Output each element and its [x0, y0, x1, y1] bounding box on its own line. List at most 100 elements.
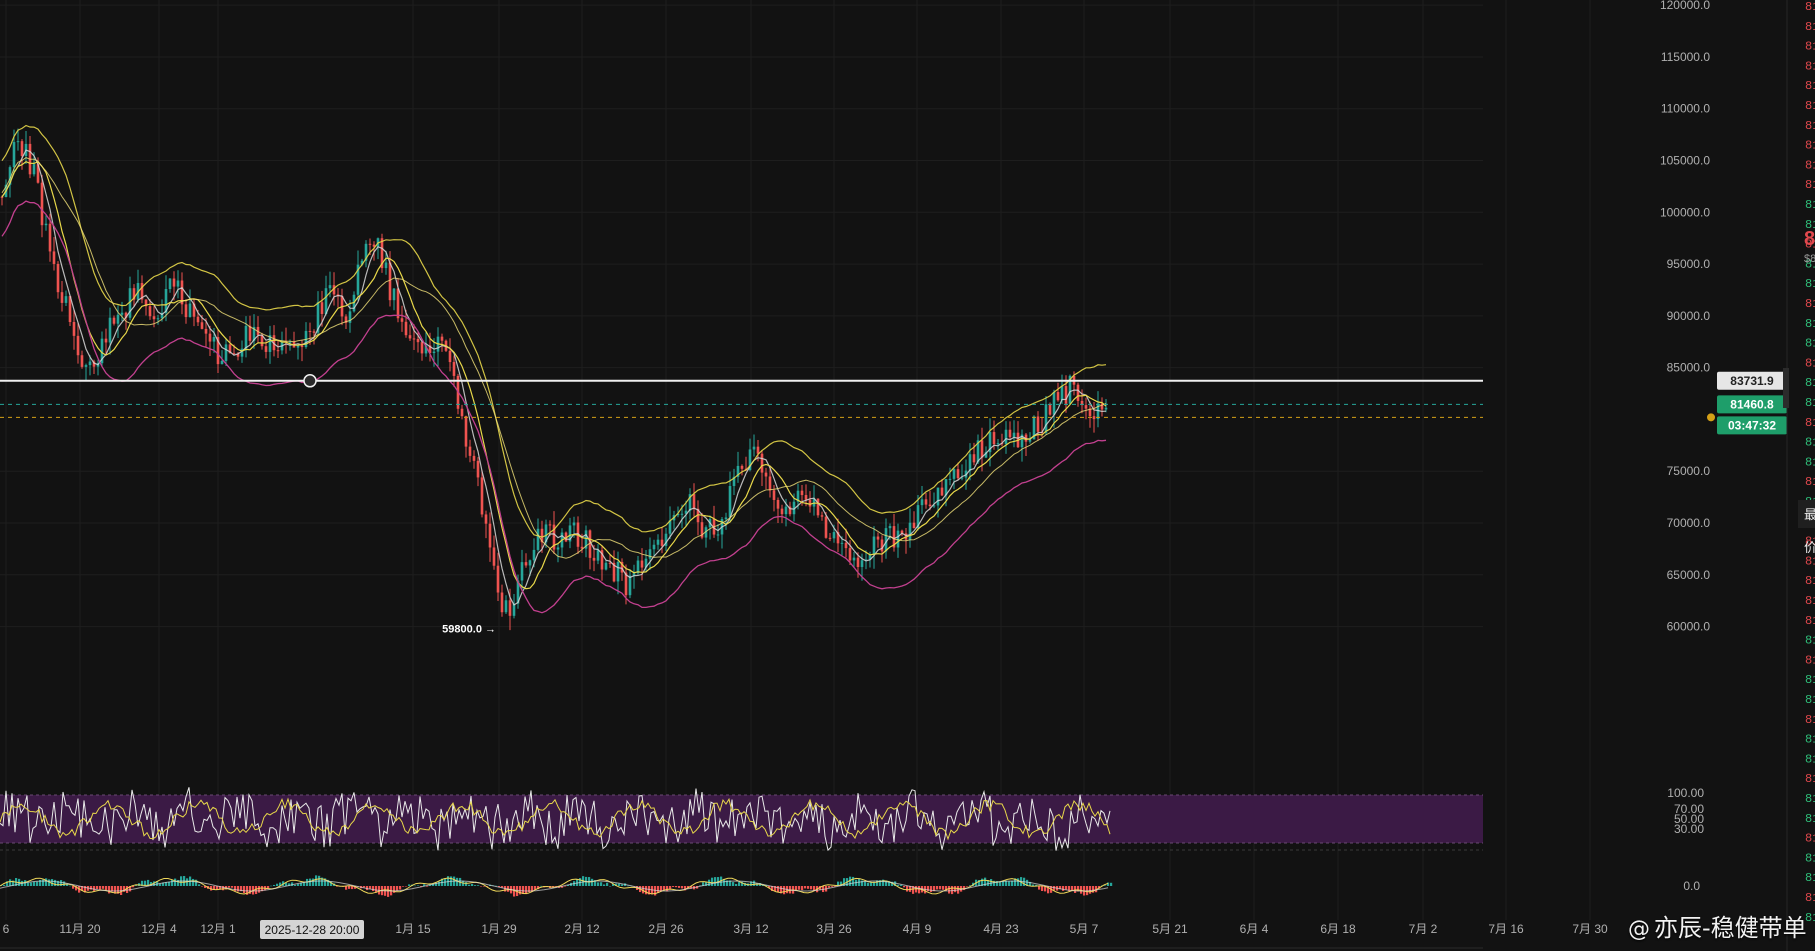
candle-body [592, 557, 596, 561]
last-price-tag: 81460.8 [1717, 395, 1787, 414]
macd-bar [54, 879, 57, 886]
macd-bar [270, 885, 273, 887]
candle-body [64, 296, 68, 303]
candle-body [1084, 405, 1088, 409]
candle-body [1004, 429, 1008, 445]
x-tick-label-10: 4月 9 [903, 922, 932, 936]
candle-body [500, 592, 504, 613]
macd-bar [456, 877, 459, 886]
candle-body [820, 515, 824, 517]
macd-bar [396, 886, 399, 891]
macd-bar [171, 879, 174, 886]
candle-body [432, 351, 436, 354]
watermark-text: 亦辰-稳健带单 [1654, 914, 1807, 942]
macd-bar [867, 882, 870, 886]
macd-bar [735, 883, 738, 886]
x-tick-label-11: 4月 23 [983, 922, 1019, 936]
candle-body [168, 278, 172, 290]
order-book-price-14: 81 [1805, 277, 1815, 291]
candle-body [844, 542, 848, 549]
candle-body [740, 465, 744, 469]
candle [380, 233, 384, 273]
macd-bar [3, 884, 6, 886]
macd-bar [108, 886, 111, 894]
macd-bar [798, 886, 801, 890]
candle-body [1060, 386, 1064, 401]
candle-body [896, 530, 900, 548]
macd-bar [297, 883, 300, 886]
macd-bar [468, 884, 471, 886]
order-book-price-44: 81 [1805, 871, 1815, 885]
candle-body [972, 454, 976, 463]
candle-body [1076, 384, 1080, 401]
low-price-label: 59800.0 → [442, 624, 496, 636]
macd-bar [363, 886, 366, 888]
candle-body [548, 524, 552, 526]
candle-body [936, 487, 940, 506]
candle-body [60, 292, 64, 303]
macd-bar [234, 886, 237, 892]
candle-body [832, 532, 836, 539]
macd-bar [1110, 882, 1113, 886]
candle-body [800, 490, 804, 496]
candle-body [488, 523, 492, 548]
macd-bar [99, 886, 102, 890]
candle-body [384, 262, 388, 269]
candle-body [528, 560, 532, 566]
macd-bar [102, 886, 105, 889]
candle-body [20, 141, 24, 157]
macd-bar [801, 886, 804, 891]
macd-bar [609, 885, 612, 887]
macd-bar [711, 877, 714, 886]
candle-body [956, 469, 960, 479]
order-book-price-45: 81 [1805, 891, 1815, 905]
macd-bar [540, 885, 543, 887]
macd-bar [918, 886, 921, 894]
candle-body [248, 325, 252, 341]
macd-bar [471, 883, 474, 886]
macd-bar [198, 884, 201, 886]
candle-body [212, 337, 216, 342]
macd-bar [243, 886, 246, 894]
candle-body [920, 499, 924, 506]
countdown-tag: 03:47:32 [1717, 416, 1787, 435]
candle-body [872, 536, 876, 555]
macd-bar [1017, 878, 1020, 886]
candle-body [616, 561, 620, 582]
candle-body [172, 278, 176, 287]
candle-body [56, 263, 60, 293]
candle-body [220, 360, 224, 365]
macd-bar [603, 884, 606, 886]
macd-bar [258, 886, 261, 893]
macd-bar [1089, 886, 1092, 894]
macd-bar [954, 886, 957, 893]
macd-bar [627, 885, 630, 887]
macd-bar [915, 886, 918, 893]
x-tick-label-6: 2月 12 [564, 922, 600, 936]
candle-body [196, 316, 200, 323]
macd-bar [597, 882, 600, 886]
candle-body [44, 223, 48, 226]
order-book-price-36: 81 [1805, 713, 1815, 727]
candle-body [992, 432, 996, 445]
macd-bar [1104, 885, 1107, 886]
macd-bar [1041, 886, 1044, 892]
candle-body [652, 544, 656, 550]
candle-body [1012, 432, 1016, 438]
y-tick-label-8: 75000.0 [1667, 464, 1711, 478]
macd-bar [348, 886, 351, 889]
rsi-panel: 100.0070.0050.0030.00 [0, 786, 1704, 852]
y-tick-label-10: 65000.0 [1667, 568, 1711, 582]
order-book-price-6: 81 [1805, 119, 1815, 133]
candle-body [876, 536, 880, 540]
macd-bar [96, 886, 99, 890]
order-book-price-23: 81 [1805, 455, 1815, 469]
macd-bar [591, 878, 594, 886]
candle-body [416, 339, 420, 343]
x-tick-label-1: 11月 20 [59, 922, 100, 936]
macd-bar [237, 886, 240, 892]
trading-chart[interactable]: 100.0070.0050.0030.00 0.0 59800.0 → 1200… [0, 0, 1815, 951]
macd-bar [126, 886, 129, 894]
alert-dot [1707, 413, 1715, 422]
panel-collapse-handle [1783, 368, 1789, 408]
